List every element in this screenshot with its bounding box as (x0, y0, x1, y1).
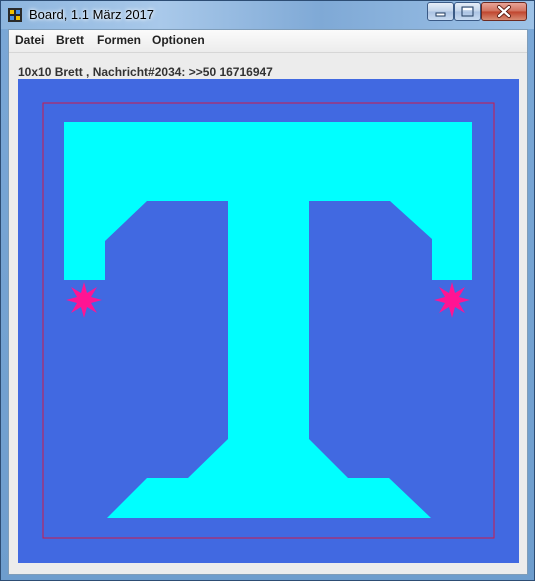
close-button[interactable] (481, 2, 527, 21)
client-area: Datei Brett Formen Optionen 10x10 Brett … (8, 29, 528, 575)
star-marker-icon[interactable] (434, 282, 470, 318)
title-bar[interactable]: Board, 1.1 März 2017 (1, 1, 534, 29)
menu-formen[interactable]: Formen (95, 33, 143, 47)
window-title: Board, 1.1 März 2017 (29, 7, 155, 22)
t-shape[interactable] (64, 122, 472, 518)
app-window: Board, 1.1 März 2017 Datei Brett Formen … (0, 0, 535, 581)
maximize-icon (461, 6, 474, 17)
star-marker-icon[interactable] (66, 282, 102, 318)
menu-optionen[interactable]: Optionen (150, 33, 207, 47)
board-drawing (42, 102, 495, 539)
status-message: 10x10 Brett , Nachricht#2034: >>50 16716… (18, 65, 273, 79)
maximize-button[interactable] (454, 2, 481, 21)
board-app-icon[interactable] (7, 7, 23, 23)
menu-datei[interactable]: Datei (13, 33, 46, 47)
menu-brett[interactable]: Brett (54, 33, 86, 47)
menu-bar: Datei Brett Formen Optionen (9, 30, 527, 53)
minimize-button[interactable] (427, 2, 454, 21)
minimize-icon (435, 12, 446, 17)
close-icon (497, 5, 511, 18)
board-canvas[interactable] (18, 79, 519, 563)
